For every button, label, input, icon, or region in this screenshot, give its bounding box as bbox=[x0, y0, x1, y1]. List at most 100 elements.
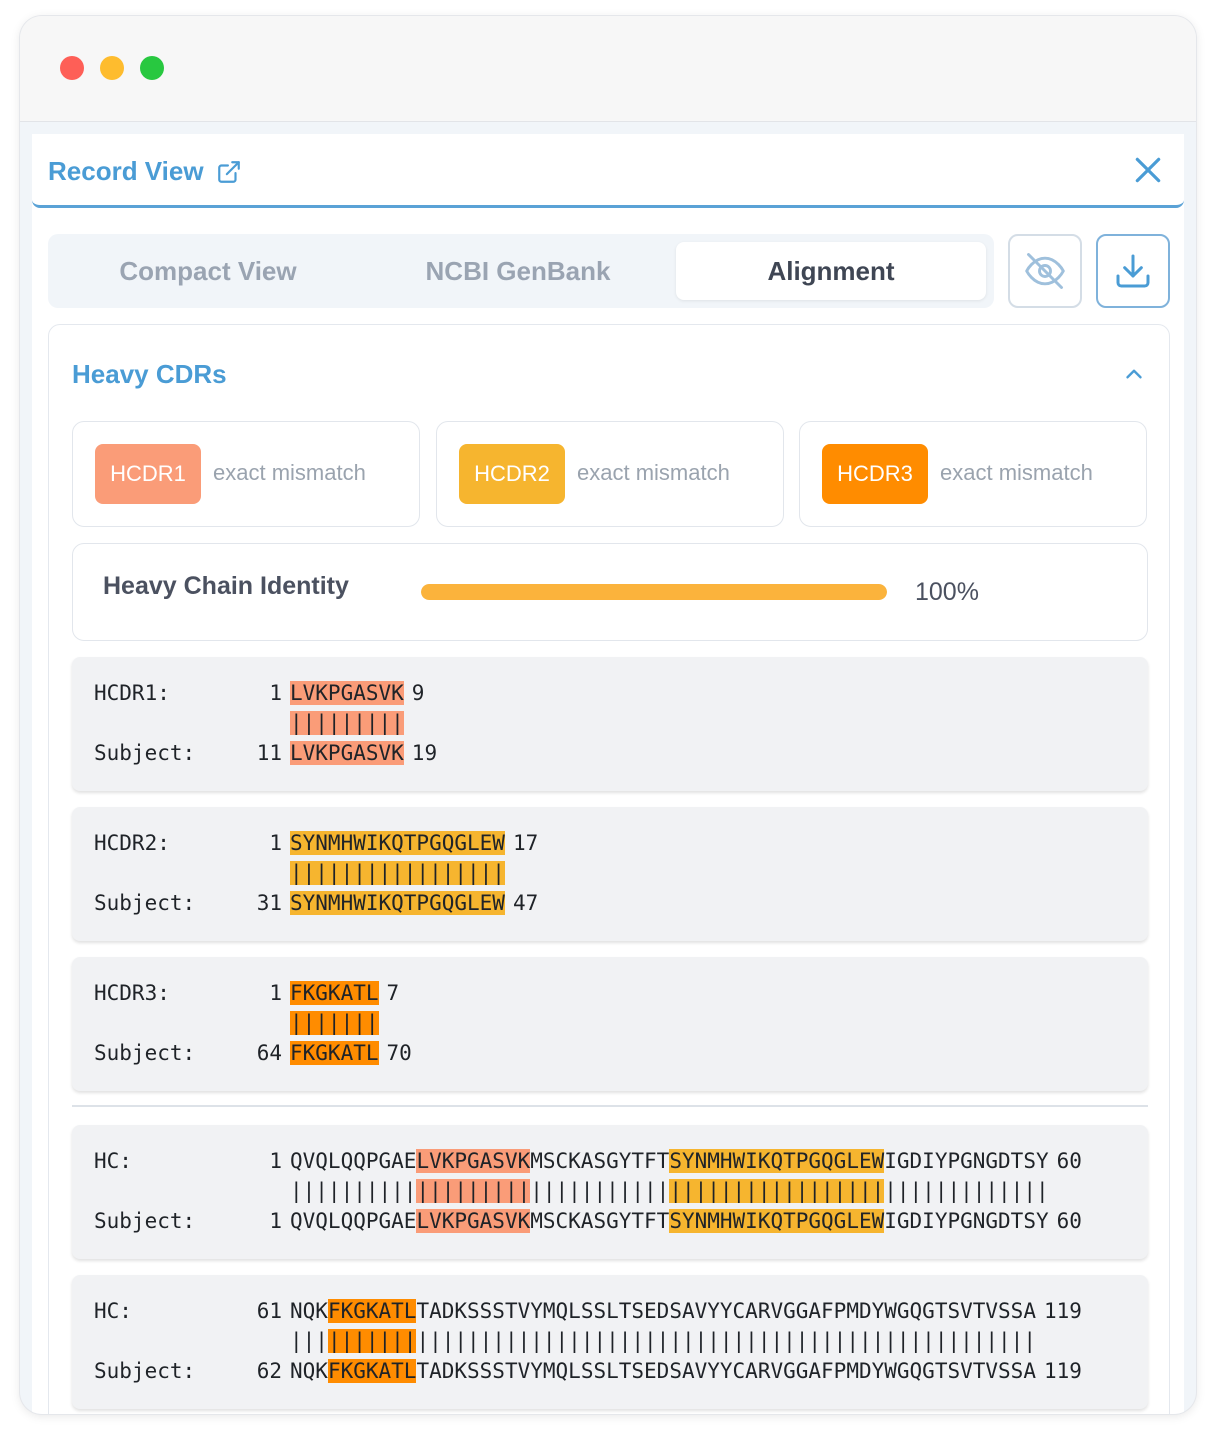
subject-start: 62 bbox=[256, 1359, 282, 1383]
subject-end: 47 bbox=[512, 891, 539, 915]
subject-segment: SYNMHWIKQTPGQGLEW bbox=[290, 891, 505, 915]
record-view-panel: Record View Compact View NCBI GenBank Al… bbox=[32, 134, 1184, 1414]
subject-label: Subject: bbox=[94, 1359, 196, 1383]
query-segment: FKGKATL bbox=[327, 1299, 417, 1323]
subject-row: Subject: 31 SYNMHWIKQTPGQGLEW 47 bbox=[94, 889, 538, 917]
zoom-window-button[interactable] bbox=[140, 56, 164, 80]
subject-segment: LVKPGASVK bbox=[290, 741, 404, 765]
subject-start: 64 bbox=[256, 1041, 282, 1065]
match-segment: ||||||||||||| bbox=[884, 1179, 1049, 1203]
subject-start: 31 bbox=[256, 891, 282, 915]
query-label: HC: bbox=[94, 1299, 132, 1323]
subject-row: Subject: 1 QVQLQQPGAELVKPGASVKMSCKASGYTFTS… bbox=[94, 1207, 1082, 1235]
subject-segment: QVQLQQPGAE bbox=[290, 1209, 417, 1233]
toggle-visibility-button[interactable] bbox=[1008, 234, 1082, 308]
query-label: HCDR2: bbox=[94, 831, 170, 855]
subject-segment: FKGKATL bbox=[327, 1359, 417, 1383]
subject-end: 70 bbox=[386, 1041, 412, 1065]
identity-progress-fill bbox=[421, 584, 887, 600]
subject-segment: TADKSSSTVYMQLSSLTSEDSAVYYCARVGGAFPMDYWGQ… bbox=[416, 1359, 1036, 1383]
subject-segment: NQK bbox=[290, 1359, 328, 1383]
match-row: ||||||| bbox=[94, 1009, 379, 1037]
match-segment: ||||||||||||||||| bbox=[669, 1179, 885, 1203]
subject-label: Subject: bbox=[94, 741, 196, 765]
query-end: 60 bbox=[1056, 1149, 1082, 1173]
app-window: Record View Compact View NCBI GenBank Al… bbox=[20, 16, 1196, 1414]
subject-segment: SYNMHWIKQTPGQGLEW bbox=[669, 1209, 885, 1233]
query-segment: TADKSSSTVYMQLSSLTSEDSAVYYCARVGGAFPMDYWGQ… bbox=[416, 1299, 1036, 1323]
query-start: 1 bbox=[269, 681, 282, 705]
download-button[interactable] bbox=[1096, 234, 1170, 308]
heavy-cdrs-card: Heavy CDRs HCDR1 exact mismatch HCDR2 ex… bbox=[48, 324, 1170, 1414]
query-segment: QVQLQQPGAE bbox=[290, 1149, 417, 1173]
match-segment: |||||||||| bbox=[290, 1179, 417, 1203]
query-start: 1 bbox=[269, 831, 282, 855]
subject-end: 60 bbox=[1056, 1209, 1082, 1233]
divider bbox=[72, 1105, 1148, 1107]
download-icon bbox=[1116, 254, 1150, 288]
query-segment: FKGKATL bbox=[290, 981, 379, 1005]
external-link-icon bbox=[217, 160, 240, 183]
title-bar bbox=[20, 16, 1196, 122]
query-row: HCDR3: 1 FKGKATL 7 bbox=[94, 979, 399, 1007]
query-start: 61 bbox=[256, 1299, 282, 1323]
hcdr2-badge: HCDR2 bbox=[459, 444, 565, 504]
query-row: HCDR1: 1 LVKPGASVK 9 bbox=[94, 679, 424, 707]
hcdr1-card: HCDR1 exact mismatch bbox=[72, 421, 420, 527]
query-segment: SYNMHWIKQTPGQGLEW bbox=[669, 1149, 885, 1173]
subject-segment: LVKPGASVK bbox=[416, 1209, 531, 1233]
query-label: HC: bbox=[94, 1149, 132, 1173]
subject-end: 19 bbox=[411, 741, 438, 765]
hcdr2-card: HCDR2 exact mismatch bbox=[436, 421, 784, 527]
match-row: ||||||||||||||||| bbox=[94, 859, 505, 887]
panel-header: Record View bbox=[32, 134, 1184, 208]
close-window-button[interactable] bbox=[60, 56, 84, 80]
subject-segment: FKGKATL bbox=[290, 1041, 379, 1065]
view-tabs: Compact View NCBI GenBank Alignment bbox=[48, 234, 994, 308]
subject-start: 11 bbox=[256, 741, 282, 765]
match-segment: ||||||||||||||||||||||||||||||||||||||||… bbox=[416, 1329, 1036, 1353]
hcdr3-card: HCDR3 exact mismatch bbox=[799, 421, 1147, 527]
record-view-link[interactable]: Record View bbox=[48, 156, 242, 187]
match-segment: ||||||||| bbox=[416, 1179, 531, 1203]
subject-segment: IGDIYPGNGDTSY bbox=[884, 1209, 1049, 1233]
query-row: HCDR2: 1 SYNMHWIKQTPGQGLEW 17 bbox=[94, 829, 538, 857]
minimize-window-button[interactable] bbox=[100, 56, 124, 80]
alignment-block-hcdr3: HCDR3: 1 FKGKATL 7 ||||||| Subject: 64 FKGKATL 7… bbox=[72, 957, 1148, 1091]
alignment-block-hc-2: HC: 61 NQKFKGKATLTADKSSSTVYMQLSSLTSEDSAVYY… bbox=[72, 1275, 1148, 1409]
query-row: HC: 61 NQKFKGKATLTADKSSSTVYMQLSSLTSEDSAVYY… bbox=[94, 1297, 1082, 1325]
query-end: 119 bbox=[1043, 1299, 1082, 1323]
query-end: 17 bbox=[512, 831, 539, 855]
subject-label: Subject: bbox=[94, 1041, 196, 1065]
tab-ncbi-genbank[interactable]: NCBI GenBank bbox=[368, 242, 668, 300]
heavy-chain-identity-card: Heavy Chain Identity 100% bbox=[72, 543, 1148, 641]
panel-title: Record View bbox=[48, 156, 204, 186]
query-segment: NQK bbox=[290, 1299, 328, 1323]
hcdr1-status: exact mismatch bbox=[213, 460, 366, 485]
subject-label: Subject: bbox=[94, 1209, 196, 1233]
subject-start: 1 bbox=[269, 1209, 282, 1233]
query-segment: LVKPGASVK bbox=[416, 1149, 531, 1173]
query-segment: MSCKASGYTFT bbox=[530, 1149, 670, 1173]
tab-alignment[interactable]: Alignment bbox=[676, 242, 986, 300]
hcdr3-status: exact mismatch bbox=[940, 460, 1093, 485]
query-start: 1 bbox=[269, 1149, 282, 1173]
chevron-up-icon[interactable] bbox=[1121, 361, 1147, 387]
query-row: HC: 1 QVQLQQPGAELVKPGASVKMSCKASGYTFTSYNMHW… bbox=[94, 1147, 1082, 1175]
tab-compact-view[interactable]: Compact View bbox=[58, 242, 358, 300]
match-segment: ||||||| bbox=[327, 1329, 417, 1353]
query-label: HCDR1: bbox=[94, 681, 170, 705]
subject-end: 119 bbox=[1043, 1359, 1082, 1383]
match-row: ||||||||||||||||||||||||||||||||||||||||… bbox=[94, 1327, 1036, 1355]
query-segment: SYNMHWIKQTPGQGLEW bbox=[290, 831, 505, 855]
subject-segment: MSCKASGYTFT bbox=[530, 1209, 670, 1233]
section-title: Heavy CDRs bbox=[72, 359, 227, 389]
hcdr1-badge: HCDR1 bbox=[95, 444, 201, 504]
match-segment: ||||||||||| bbox=[530, 1179, 670, 1203]
close-icon[interactable] bbox=[1132, 154, 1164, 186]
query-label: HCDR3: bbox=[94, 981, 170, 1005]
subject-row: Subject: 64 FKGKATL 70 bbox=[94, 1039, 412, 1067]
query-end: 7 bbox=[386, 981, 400, 1005]
alignment-block-hcdr1: HCDR1: 1 LVKPGASVK 9 ||||||||| Subject: 11 LVKP… bbox=[72, 657, 1148, 791]
identity-label: Heavy Chain Identity bbox=[103, 572, 349, 600]
